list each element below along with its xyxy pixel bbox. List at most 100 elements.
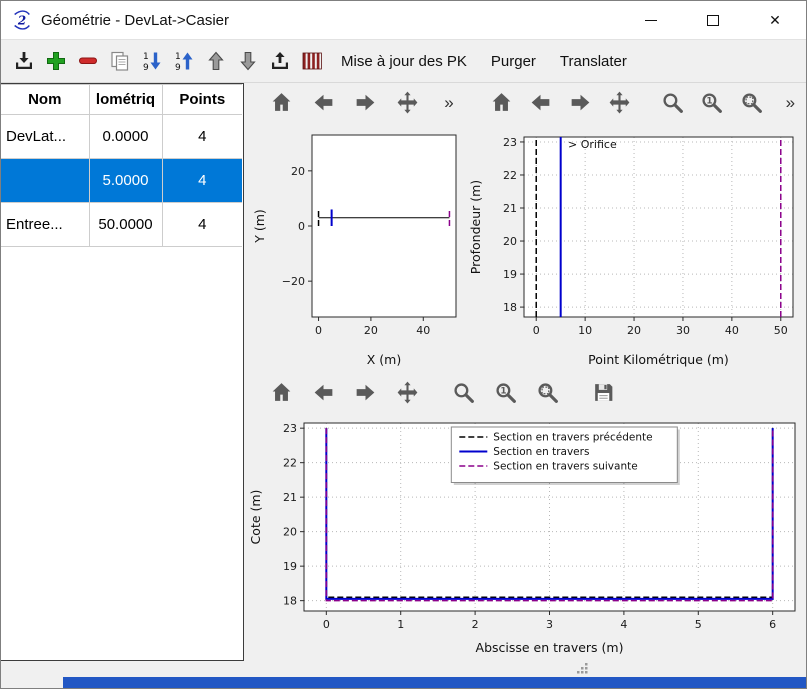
y-axis-label: Y (m) [252, 209, 267, 244]
cell-points[interactable]: 4 [162, 159, 242, 203]
plan-nav-forward-button[interactable] [348, 86, 382, 118]
toolbar-move-down-button[interactable] [234, 45, 264, 77]
profile-nav-home-button[interactable] [486, 86, 517, 118]
x-tick-label: 2 [472, 618, 479, 631]
maximize-button[interactable] [682, 1, 744, 39]
svg-text:1: 1 [143, 52, 149, 62]
pan-icon [395, 90, 420, 115]
x-axis-label: Point Kilométrique (m) [588, 352, 729, 367]
toolbar-purge-button[interactable]: Purger [479, 47, 548, 76]
add-icon [44, 49, 68, 73]
pk-scale-icon [300, 49, 324, 73]
close-button[interactable]: ✕ [744, 1, 806, 39]
column-header-nom[interactable]: Nom [1, 85, 89, 115]
title-bar[interactable]: 2 Géométrie - DevLat->Casier ✕ [1, 1, 806, 39]
export-icon [268, 49, 292, 73]
toolbar-add-button[interactable] [42, 45, 72, 77]
profile-nav-pan-button[interactable] [604, 86, 635, 118]
plot-area [312, 135, 456, 317]
plots-area: » 02040−20020X (m)Y (m) 1 » 0102030405018… [244, 83, 806, 661]
back-icon [528, 90, 553, 115]
profile-nav-forward-button[interactable] [565, 86, 596, 118]
move-up-icon [204, 49, 228, 73]
cross-section-chart[interactable]: 0123456181920212223Abscisse en travers (… [244, 411, 806, 661]
minimize-button[interactable] [620, 1, 682, 39]
plan-nav-pan-button[interactable] [390, 86, 424, 118]
taskbar-strip [63, 677, 806, 689]
toolbar-export-button[interactable] [266, 45, 296, 77]
cell-nom[interactable]: Entree... [1, 203, 89, 247]
plan-nav-overflow-button[interactable]: » [432, 86, 466, 118]
toolbar-duplicate-button[interactable] [106, 45, 136, 77]
plan-view-figure: » 02040−20020X (m)Y (m) [244, 83, 466, 373]
cell-pk[interactable]: 5.0000 [89, 159, 162, 203]
section-nav-forward-button[interactable] [348, 376, 382, 408]
x-axis-label: Abscisse en travers (m) [476, 640, 624, 655]
cell-pk[interactable]: 0.0000 [89, 115, 162, 159]
svg-text:2: 2 [17, 14, 26, 28]
svg-text:9: 9 [143, 63, 149, 73]
section-nav-zoom-region-button[interactable] [530, 376, 564, 408]
toolbar-sort-asc-button[interactable]: 19 [170, 45, 200, 77]
y-tick-label: 18 [283, 595, 297, 608]
cell-nom[interactable]: DevLat... [1, 115, 89, 159]
column-header-pk[interactable]: lométriq [89, 85, 162, 115]
profile-nav-zoom-region-button[interactable] [736, 86, 767, 118]
x-tick-label: 5 [695, 618, 702, 631]
pan-icon [395, 380, 420, 405]
forward-icon [353, 90, 378, 115]
pan-icon [607, 90, 632, 115]
cross-section-nav-toolbar: 1 [244, 373, 806, 411]
bottom-strip [1, 677, 806, 689]
toolbar-sort-desc-button[interactable]: 19 [138, 45, 168, 77]
profile-nav-back-button[interactable] [525, 86, 556, 118]
y-tick-label: 0 [298, 220, 305, 233]
section-nav-back-button[interactable] [306, 376, 340, 408]
section-nav-save-button[interactable] [586, 376, 620, 408]
cell-nom[interactable] [1, 159, 89, 203]
bottom-strip-left [1, 677, 63, 689]
column-header-points[interactable]: Points [162, 85, 242, 115]
y-tick-label: 21 [283, 491, 297, 504]
x-tick-label: 1 [397, 618, 404, 631]
profile-chart[interactable]: 01020304050181920212223Point Kilométriqu… [466, 121, 806, 373]
plan-view-nav-toolbar: » [244, 83, 466, 121]
plan-nav-home-button[interactable] [264, 86, 298, 118]
toolbar-import-button[interactable] [10, 45, 40, 77]
profile-nav-overflow-button[interactable]: » [775, 86, 806, 118]
table-row[interactable]: Entree...50.00004 [1, 203, 242, 247]
svg-text:1: 1 [707, 96, 713, 106]
plan-view-chart[interactable]: 02040−20020X (m)Y (m) [244, 121, 466, 373]
toolbar-pk-scale-button[interactable] [298, 45, 328, 77]
svg-text:1: 1 [500, 386, 506, 396]
profile-nav-zoom-button[interactable] [657, 86, 688, 118]
cell-points[interactable]: 4 [162, 203, 242, 247]
section-nav-zoom-one-button[interactable]: 1 [488, 376, 522, 408]
profile-nav-zoom-one-button[interactable]: 1 [696, 86, 727, 118]
x-tick-label: 6 [769, 618, 776, 631]
size-grip[interactable] [577, 662, 589, 680]
plan-nav-back-button[interactable] [306, 86, 340, 118]
zoom-icon [660, 90, 685, 115]
annotation: > Orifice [568, 138, 617, 151]
y-tick-label: 20 [283, 526, 297, 539]
y-axis-label: Cote (m) [248, 490, 263, 545]
table-row[interactable]: 5.00004 [1, 159, 242, 203]
cell-points[interactable]: 4 [162, 115, 242, 159]
section-nav-home-button[interactable] [264, 376, 298, 408]
table-row[interactable]: DevLat...0.00004 [1, 115, 242, 159]
x-tick-label: 10 [578, 324, 592, 337]
toolbar-move-up-button[interactable] [202, 45, 232, 77]
toolbar-translate-button[interactable]: Translater [548, 47, 639, 76]
import-icon [12, 49, 36, 73]
cell-pk[interactable]: 50.0000 [89, 203, 162, 247]
cross-section-figure: 1 0123456181920212223Abscisse en travers… [244, 373, 806, 661]
toolbar-update-pk-button[interactable]: Mise à jour des PK [329, 47, 479, 76]
forward-icon [353, 380, 378, 405]
section-nav-zoom-button[interactable] [446, 376, 480, 408]
x-tick-label: 30 [676, 324, 690, 337]
zoom-region-icon [535, 380, 560, 405]
section-nav-pan-button[interactable] [390, 376, 424, 408]
toolbar-remove-button[interactable] [74, 45, 104, 77]
maximize-icon [707, 15, 719, 26]
